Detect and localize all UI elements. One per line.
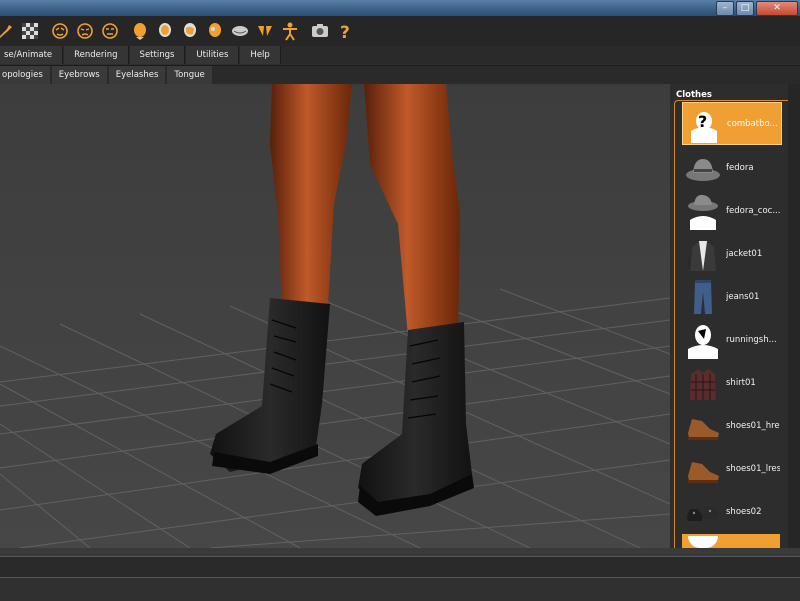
hands-icon[interactable] bbox=[254, 20, 276, 42]
list-item-shirt01[interactable]: shirt01 bbox=[682, 362, 780, 403]
wrench-icon[interactable] bbox=[0, 20, 16, 42]
head-profile-icon[interactable] bbox=[179, 20, 201, 42]
list-item-combatboots[interactable]: ? combatbo... bbox=[682, 102, 782, 145]
viewport-scene bbox=[0, 84, 670, 548]
status-bar bbox=[0, 577, 800, 601]
checker-icon[interactable] bbox=[19, 20, 41, 42]
help-icon[interactable]: ? bbox=[334, 20, 356, 42]
floor-grid bbox=[0, 288, 670, 548]
list-item-label: shoes01_lres bbox=[726, 463, 780, 474]
face-front-icon[interactable] bbox=[99, 20, 121, 42]
face-left-icon[interactable] bbox=[49, 20, 71, 42]
list-item-label: combatbo... bbox=[727, 118, 778, 129]
list-item-shoes01-lres[interactable]: shoes01_lres bbox=[682, 448, 780, 489]
title-bar: – □ ✕ bbox=[0, 0, 800, 16]
menu-pose-animate[interactable]: se/Animate bbox=[0, 46, 64, 64]
timeline-bar[interactable] bbox=[0, 556, 800, 577]
list-item-label: shirt01 bbox=[726, 377, 756, 388]
list-item-label: jacket01 bbox=[726, 248, 763, 259]
menu-rendering[interactable]: Rendering bbox=[64, 46, 129, 64]
window-controls: – □ ✕ bbox=[716, 1, 798, 16]
menu-help[interactable]: Help bbox=[240, 46, 281, 64]
tab-eyebrows[interactable]: Eyebrows bbox=[51, 66, 107, 84]
shoe-icon bbox=[684, 450, 722, 488]
right-leg bbox=[364, 84, 460, 336]
icon-toolbar: ? bbox=[0, 16, 800, 46]
list-item-label: fedora bbox=[726, 162, 754, 173]
tab-tongue[interactable]: Tongue bbox=[167, 66, 212, 84]
close-icon[interactable]: ✕ bbox=[756, 1, 798, 16]
fedora-icon bbox=[684, 192, 722, 230]
head-front-icon[interactable] bbox=[129, 20, 151, 42]
list-item-fedora-cocked[interactable]: fedora_coc... bbox=[682, 190, 780, 231]
list-item-shoes02[interactable]: shoes02 bbox=[682, 491, 780, 532]
clothes-list: ? combatbo... fedora fedora_coc... jacke… bbox=[682, 102, 782, 552]
panel-scrollbar[interactable] bbox=[788, 84, 800, 548]
list-item-runningshoes[interactable]: runningsh... bbox=[682, 319, 780, 360]
panel-title: Clothes bbox=[676, 90, 712, 100]
left-leg bbox=[270, 84, 352, 310]
menu-settings[interactable]: Settings bbox=[129, 46, 186, 64]
3d-viewport[interactable] bbox=[0, 84, 670, 548]
shirt-icon bbox=[684, 364, 722, 402]
fedora-icon bbox=[684, 149, 722, 187]
silhouette-icon bbox=[684, 321, 722, 359]
minimize-icon[interactable]: – bbox=[716, 1, 734, 16]
left-boot bbox=[210, 298, 330, 472]
tab-eyelashes[interactable]: Eyelashes bbox=[108, 66, 166, 84]
face-right-icon[interactable] bbox=[74, 20, 96, 42]
jeans-icon bbox=[684, 278, 722, 316]
camera-icon[interactable] bbox=[309, 20, 331, 42]
silhouette-icon bbox=[688, 536, 718, 548]
right-boot bbox=[358, 322, 472, 504]
sub-tab-bar: opologies Eyebrows Eyelashes Tongue bbox=[0, 65, 800, 84]
list-item-shoes01-hres[interactable]: shoes01_hres bbox=[682, 405, 780, 446]
list-item-label: runningsh... bbox=[726, 334, 777, 345]
list-item-label: shoes02 bbox=[726, 506, 762, 517]
shoe-icon bbox=[684, 407, 722, 445]
body-icon[interactable] bbox=[279, 20, 301, 42]
list-item-jacket01[interactable]: jacket01 bbox=[682, 233, 780, 274]
unknown-item-icon: ? bbox=[685, 105, 723, 143]
maximize-icon[interactable]: □ bbox=[736, 1, 754, 16]
list-item-label: jeans01 bbox=[726, 291, 760, 302]
svg-text:?: ? bbox=[698, 112, 707, 131]
shoe-icon bbox=[684, 493, 722, 531]
mouth-icon[interactable] bbox=[229, 20, 251, 42]
svg-text:?: ? bbox=[340, 23, 350, 41]
menu-bar: se/Animate Rendering Settings Utilities … bbox=[0, 46, 800, 64]
list-item-jeans01[interactable]: jeans01 bbox=[682, 276, 780, 317]
viewport-bottom-edge bbox=[0, 548, 800, 556]
list-item-label: fedora_coc... bbox=[726, 205, 780, 216]
head-side-icon[interactable] bbox=[204, 20, 226, 42]
clothes-panel: Clothes ? combatbo... fedora fedora_coc.… bbox=[670, 84, 800, 550]
head-icon[interactable] bbox=[154, 20, 176, 42]
jacket-icon bbox=[684, 235, 722, 273]
tab-topologies[interactable]: opologies bbox=[0, 66, 50, 84]
list-item-fedora[interactable]: fedora bbox=[682, 147, 780, 188]
list-item-label: shoes01_hres bbox=[726, 420, 780, 431]
menu-utilities[interactable]: Utilities bbox=[186, 46, 240, 64]
